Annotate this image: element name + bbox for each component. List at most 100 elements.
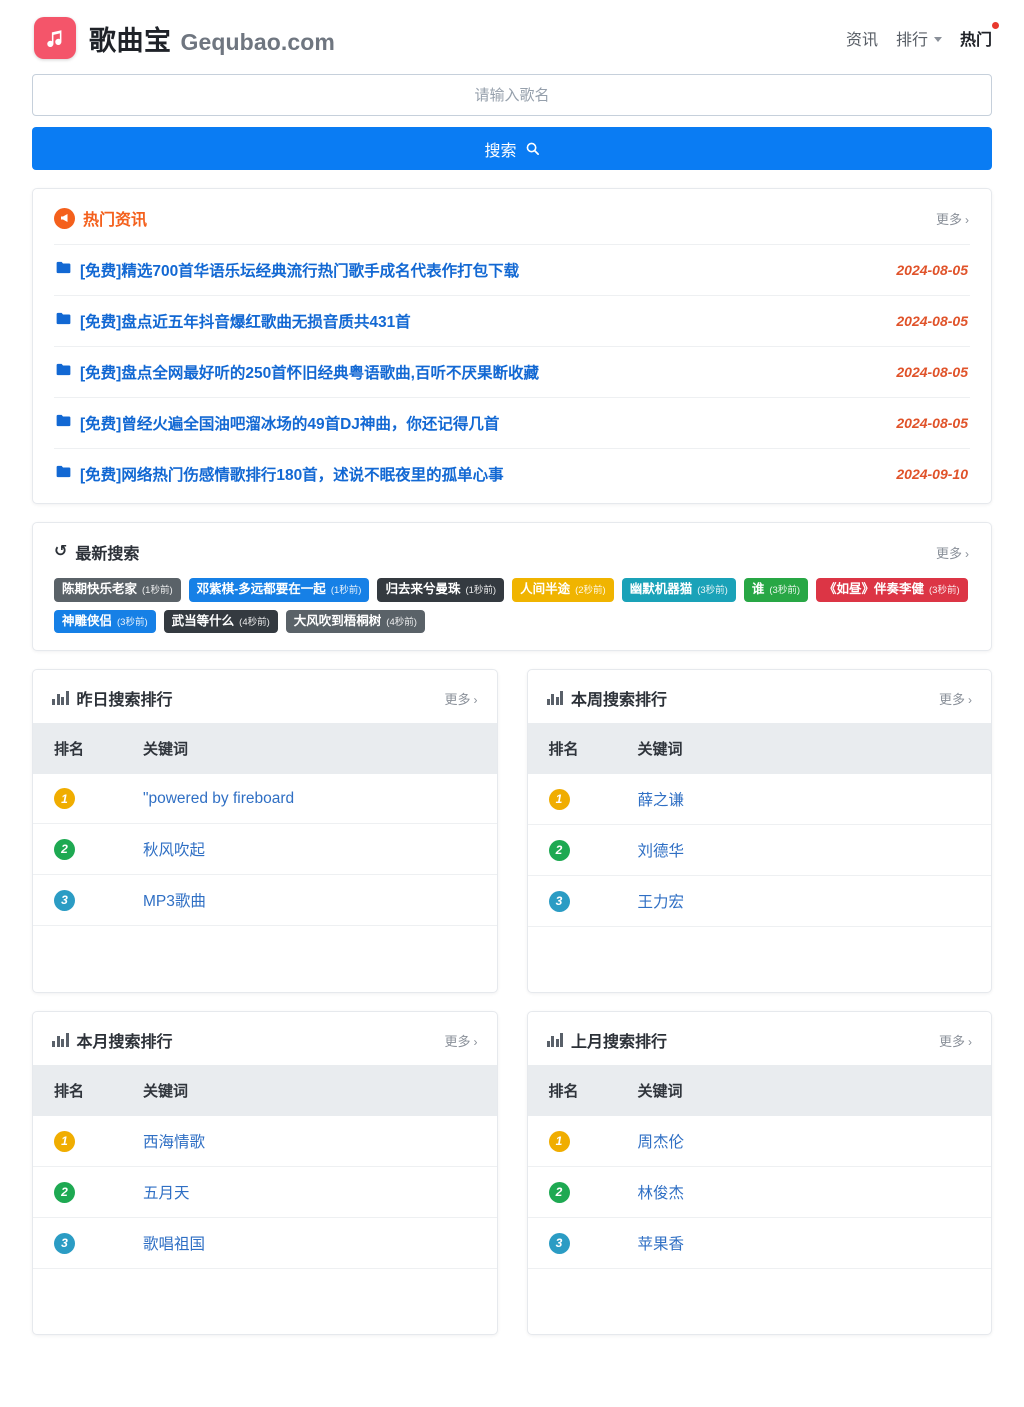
- search-tag[interactable]: 人间半途 (2秒前): [512, 578, 614, 602]
- bar-chart-icon: [52, 1033, 69, 1047]
- chevron-right-icon: ›: [968, 1035, 972, 1049]
- search-area: 搜索: [0, 74, 1024, 170]
- news-item[interactable]: [免费]盘点近五年抖音爆红歌曲无损音质共431首 2024-08-05: [54, 295, 970, 346]
- rank-badge: 1: [54, 788, 75, 809]
- search-tag[interactable]: 大风吹到梧桐树(4秒前): [286, 610, 425, 634]
- keyword-cell: "powered by fireboard: [143, 774, 497, 824]
- rank-badge: 3: [54, 890, 75, 911]
- keyword-link[interactable]: 苹果香: [638, 1236, 685, 1253]
- nav-item-news[interactable]: 资讯: [846, 26, 878, 50]
- rank-card-grid: 昨日搜索排行更多›排名关键词1"powered by fireboard2秋风吹…: [32, 669, 992, 1335]
- rank-card-title-label: 本周搜索排行: [571, 686, 667, 710]
- news-item[interactable]: [免费]网络热门伤感情歌排行180首，述说不眠夜里的孤单心事 2024-09-1…: [54, 448, 970, 499]
- search-tag[interactable]: 幽默机器猫(3秒前): [622, 578, 736, 602]
- news-item-title: [免费]盘点近五年抖音爆红歌曲无损音质共431首: [80, 310, 411, 332]
- nav-item-hot[interactable]: 热门: [960, 26, 992, 50]
- rank-badge: 3: [549, 891, 570, 912]
- rank-card-title: 上月搜索排行: [547, 1028, 668, 1052]
- rank-cell: 2: [33, 824, 143, 875]
- table-row: 1 "powered by fireboard: [33, 774, 497, 824]
- rank-card-title-label: 昨日搜索排行: [77, 686, 173, 710]
- keyword-link[interactable]: "powered by fireboard: [143, 790, 294, 807]
- rank-card-more-link[interactable]: 更多›: [444, 689, 477, 708]
- search-tag-label: 幽默机器猫: [630, 582, 693, 598]
- hot-news-more-label: 更多: [936, 212, 962, 227]
- search-button[interactable]: 搜索: [32, 127, 992, 170]
- table-row: 2 秋风吹起: [33, 824, 497, 875]
- rank-badge: 2: [54, 839, 75, 860]
- rank-card-filler: [33, 926, 497, 992]
- rank-table-header-row: 排名关键词: [528, 723, 992, 774]
- rank-card-more-link[interactable]: 更多›: [939, 1031, 972, 1050]
- keyword-cell: 周杰伦: [638, 1116, 992, 1167]
- chevron-right-icon: ›: [968, 693, 972, 707]
- keyword-link[interactable]: 西海情歌: [143, 1134, 205, 1151]
- music-note-icon: [34, 17, 76, 59]
- keyword-link[interactable]: 林俊杰: [638, 1185, 685, 1202]
- news-item-date: 2024-08-05: [896, 313, 968, 329]
- folder-icon: [56, 465, 71, 483]
- keyword-cell: 苹果香: [638, 1218, 992, 1269]
- chevron-right-icon: ›: [965, 547, 969, 561]
- keyword-link[interactable]: MP3歌曲: [143, 893, 206, 910]
- folder-icon: [56, 414, 71, 432]
- rank-card-more-label: 更多: [444, 1034, 470, 1049]
- search-tag[interactable]: 归去来兮曼珠(1秒前): [377, 578, 504, 602]
- keyword-link[interactable]: 五月天: [143, 1185, 190, 1202]
- rank-badge: 1: [54, 1131, 75, 1152]
- rank-card-more-link[interactable]: 更多›: [939, 689, 972, 708]
- rank-table: 排名关键词1薛之谦2刘德华3王力宏: [528, 723, 992, 927]
- keyword-link[interactable]: 歌唱祖国: [143, 1236, 205, 1253]
- rank-cell: 2: [33, 1167, 143, 1218]
- search-tag-label: 谁: [752, 582, 765, 598]
- news-item[interactable]: [免费]曾经火遍全国油吧溜冰场的49首DJ神曲，你还记得几首 2024-08-0…: [54, 397, 970, 448]
- keyword-link[interactable]: 周杰伦: [638, 1134, 685, 1151]
- page-root: 歌曲宝 Gequbao.com 资讯 排行 热门 搜索: [0, 0, 1024, 1407]
- rank-cell: 3: [528, 876, 638, 927]
- hot-news-title-label: 热门资讯: [83, 206, 147, 230]
- nav-item-rank-label: 排行: [896, 26, 928, 50]
- search-tag-label: 人间半途: [520, 582, 570, 598]
- rank-card-filler: [33, 1269, 497, 1334]
- news-item[interactable]: [免费]精选700首华语乐坛经典流行热门歌手成名代表作打包下载 2024-08-…: [54, 244, 970, 295]
- search-tag-time: (2秒前): [575, 585, 606, 597]
- notification-dot-icon: [992, 22, 999, 29]
- latest-search-more-link[interactable]: 更多›: [936, 543, 969, 562]
- hot-news-list: [免费]精选700首华语乐坛经典流行热门歌手成名代表作打包下载 2024-08-…: [33, 244, 991, 503]
- keyword-link[interactable]: 薛之谦: [638, 792, 685, 809]
- news-item[interactable]: [免费]盘点全网最好听的250首怀旧经典粤语歌曲,百听不厌果断收藏 2024-0…: [54, 346, 970, 397]
- table-row: 2 五月天: [33, 1167, 497, 1218]
- keyword-column-header: 关键词: [638, 1065, 992, 1116]
- rank-table: 排名关键词1周杰伦2林俊杰3苹果香: [528, 1065, 992, 1269]
- search-tag[interactable]: 陈期快乐老家(1秒前): [54, 578, 181, 602]
- rank-cell: 1: [33, 774, 143, 824]
- rank-cell: 2: [528, 1167, 638, 1218]
- search-tag[interactable]: 《如昼》伴奏李健(3秒前): [816, 578, 968, 602]
- keyword-link[interactable]: 王力宏: [638, 894, 685, 911]
- rank-card-more-label: 更多: [939, 692, 965, 707]
- brand-logo-link[interactable]: 歌曲宝 Gequbao.com: [34, 17, 335, 59]
- rank-card-more-link[interactable]: 更多›: [444, 1031, 477, 1050]
- rank-badge: 2: [54, 1182, 75, 1203]
- folder-icon: [56, 312, 71, 330]
- rank-cell: 1: [528, 1116, 638, 1167]
- search-tag-time: (3秒前): [769, 585, 800, 597]
- search-tag[interactable]: 神雕侠侣(3秒前): [54, 610, 156, 634]
- search-tag[interactable]: 谁 (3秒前): [744, 578, 808, 602]
- news-item-date: 2024-08-05: [896, 364, 968, 380]
- rank-cell: 3: [528, 1218, 638, 1269]
- hot-news-card: 热门资讯 更多› [免费]精选700首华语乐坛经典流行热门歌手成名代表作打包下载…: [32, 188, 992, 504]
- news-item-title: [免费]精选700首华语乐坛经典流行热门歌手成名代表作打包下载: [80, 259, 519, 281]
- bar-chart-icon: [547, 1033, 564, 1047]
- latest-search-tag-list: 陈期快乐老家(1秒前) 邓紫棋-多远都要在一起(1秒前) 归去来兮曼珠(1秒前) 人间…: [33, 578, 991, 650]
- table-row: 1薛之谦: [528, 774, 992, 825]
- bar-chart-icon: [547, 691, 564, 705]
- keyword-link[interactable]: 刘德华: [638, 843, 685, 860]
- nav-item-rank[interactable]: 排行: [896, 26, 942, 50]
- search-tag[interactable]: 武当等什么(4秒前): [164, 610, 278, 634]
- chevron-right-icon: ›: [474, 693, 478, 707]
- keyword-link[interactable]: 秋风吹起: [143, 842, 205, 859]
- search-tag[interactable]: 邓紫棋-多远都要在一起(1秒前): [189, 578, 370, 602]
- hot-news-more-link[interactable]: 更多›: [936, 209, 969, 228]
- search-input[interactable]: [32, 74, 992, 116]
